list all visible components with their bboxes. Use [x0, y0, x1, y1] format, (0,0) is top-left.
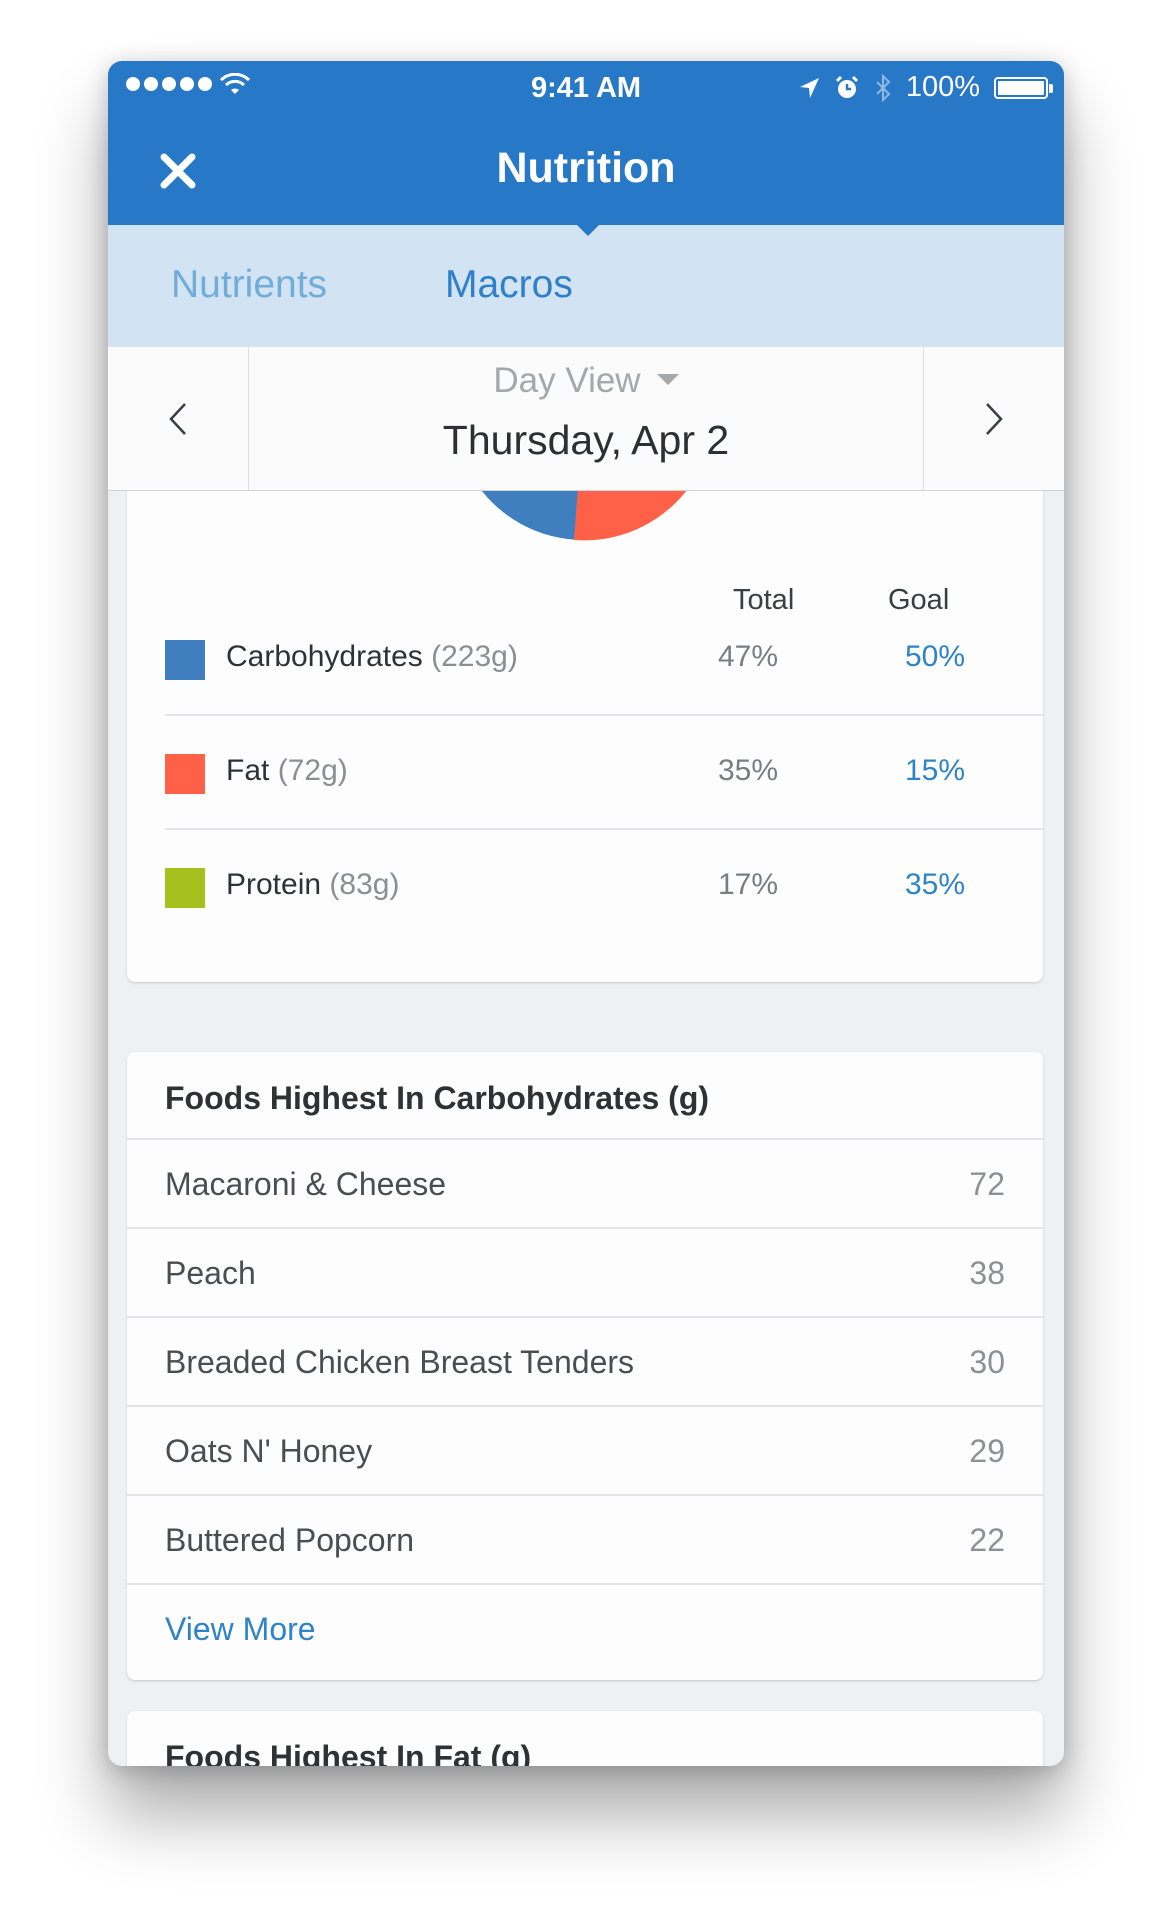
battery-percent: 100%	[905, 71, 980, 103]
foods-highest-fat-card: Foods Highest In Fat (g)	[127, 1711, 1043, 1766]
phone-screen: 9:41 AM 100% Nutrition Nutrients Macros …	[108, 61, 1064, 1766]
chevron-down-icon	[656, 374, 679, 386]
list-item[interactable]: Oats N' Honey 29	[127, 1407, 1043, 1496]
macro-goal[interactable]: 35%	[905, 868, 965, 902]
food-value: 22	[969, 1522, 1005, 1558]
next-day-button[interactable]	[923, 347, 1064, 490]
scroll-content[interactable]: Total Goal Carbohydrates (223g) 47% 50% …	[108, 490, 1064, 1766]
current-date: Thursday, Apr 2	[442, 417, 730, 463]
macro-row-protein[interactable]: Protein (83g) 17% 35%	[165, 830, 1043, 942]
tab-bar: Nutrients Macros	[108, 225, 1064, 347]
macro-name: Carbohydrates	[226, 640, 423, 673]
macro-name: Protein	[226, 868, 322, 901]
macro-goal[interactable]: 15%	[905, 754, 965, 788]
macro-name: Fat	[226, 754, 270, 787]
macro-total: 35%	[718, 754, 779, 787]
food-value: 72	[969, 1166, 1005, 1202]
macro-goal[interactable]: 50%	[905, 640, 965, 674]
food-name: Oats N' Honey	[165, 1433, 373, 1469]
battery-icon	[994, 76, 1053, 99]
macro-grams: (83g)	[329, 868, 400, 901]
foods-highest-carbs-card: Foods Highest In Carbohydrates (g) Macar…	[127, 1052, 1043, 1680]
macro-row-fat[interactable]: Fat (72g) 35% 15%	[165, 716, 1043, 830]
pie-slice-carbohydrates	[481, 490, 584, 541]
list-item[interactable]: Peach 38	[127, 1229, 1043, 1318]
nav-bar: 9:41 AM 100% Nutrition	[108, 61, 1064, 225]
food-name: Breaded Chicken Breast Tenders	[165, 1344, 635, 1380]
food-name: Macaroni & Cheese	[165, 1166, 447, 1202]
macros-card: Total Goal Carbohydrates (223g) 47% 50% …	[127, 490, 1043, 982]
protein-color-swatch	[165, 868, 205, 908]
list-item[interactable]: Macaroni & Cheese 72	[127, 1140, 1043, 1229]
status-bar: 9:41 AM 100%	[108, 61, 1064, 116]
tab-nutrients[interactable]: Nutrients	[171, 263, 327, 307]
list-item[interactable]: Buttered Popcorn 22	[127, 1496, 1043, 1585]
location-arrow-icon	[799, 77, 819, 98]
food-name: Buttered Popcorn	[165, 1522, 415, 1558]
active-tab-caret	[573, 221, 603, 236]
macro-total: 17%	[718, 868, 779, 901]
pie-slice-fat	[574, 490, 687, 541]
page-title: Nutrition	[496, 144, 676, 192]
food-value: 38	[969, 1255, 1005, 1291]
macro-grams: (223g)	[431, 640, 518, 673]
macro-row-carbohydrates[interactable]: Carbohydrates (223g) 47% 50%	[165, 602, 1043, 716]
alarm-icon	[835, 75, 858, 98]
carbohydrates-color-swatch	[165, 640, 205, 680]
card-title: Foods Highest In Fat (g)	[127, 1711, 1043, 1766]
date-selector: Day View Thursday, Apr 2	[108, 347, 1064, 491]
chevron-right-icon	[986, 402, 1003, 435]
food-value: 30	[969, 1344, 1005, 1380]
bluetooth-icon	[876, 73, 891, 102]
food-name: Peach	[165, 1255, 256, 1291]
macro-grams: (72g)	[277, 754, 348, 787]
macro-total: 47%	[718, 640, 779, 673]
macros-pie-chart	[481, 490, 687, 541]
food-value: 29	[969, 1433, 1005, 1469]
fat-color-swatch	[165, 754, 205, 794]
tab-macros[interactable]: Macros	[445, 263, 573, 307]
day-view-dropdown[interactable]: Day View	[108, 361, 1064, 401]
card-title: Foods Highest In Carbohydrates (g)	[127, 1052, 1043, 1140]
list-item[interactable]: Breaded Chicken Breast Tenders 30	[127, 1318, 1043, 1407]
day-view-label: Day View	[493, 361, 641, 400]
view-more-link[interactable]: View More	[165, 1611, 316, 1648]
